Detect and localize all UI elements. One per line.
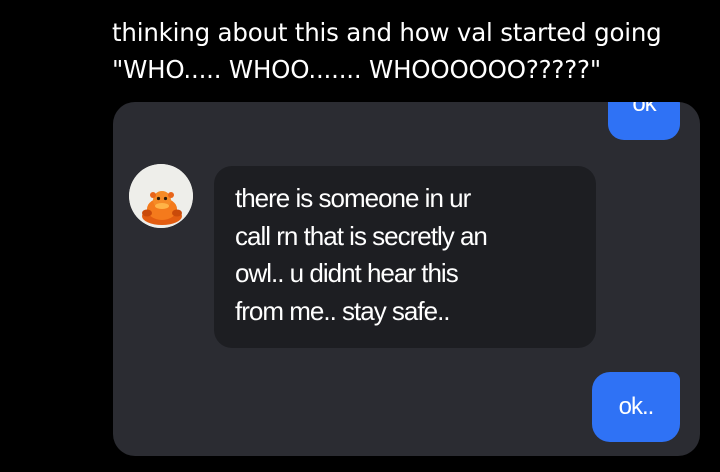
avatar[interactable] [129,164,193,228]
incoming-message-text: there is someone in ur call rn that is s… [235,180,585,330]
incoming-message-line: call rn that is secretly an [235,220,488,251]
outgoing-message-bubble: ok [608,102,680,140]
duck-avatar-icon [129,164,193,228]
outgoing-message-text: ok [632,102,656,117]
incoming-message-bubble: there is someone in ur call rn that is s… [214,166,596,348]
incoming-message-line: there is someone in ur [235,183,471,213]
outgoing-reply-bubble: ok.. [592,372,680,442]
post-caption: thinking about this and how val started … [112,14,702,88]
caption-line-2: "WHO..... WHOO....... WHOOOOOO?????" [112,55,601,84]
chat-screenshot: ok there is someone in ur call rn that i… [113,102,700,456]
incoming-message-line: from me.. stay safe.. [235,295,451,326]
incoming-message-line: owl.. u didnt hear this [235,258,459,288]
outgoing-reply-text: ok.. [618,393,655,420]
caption-line-1: thinking about this and how val started … [112,18,662,47]
